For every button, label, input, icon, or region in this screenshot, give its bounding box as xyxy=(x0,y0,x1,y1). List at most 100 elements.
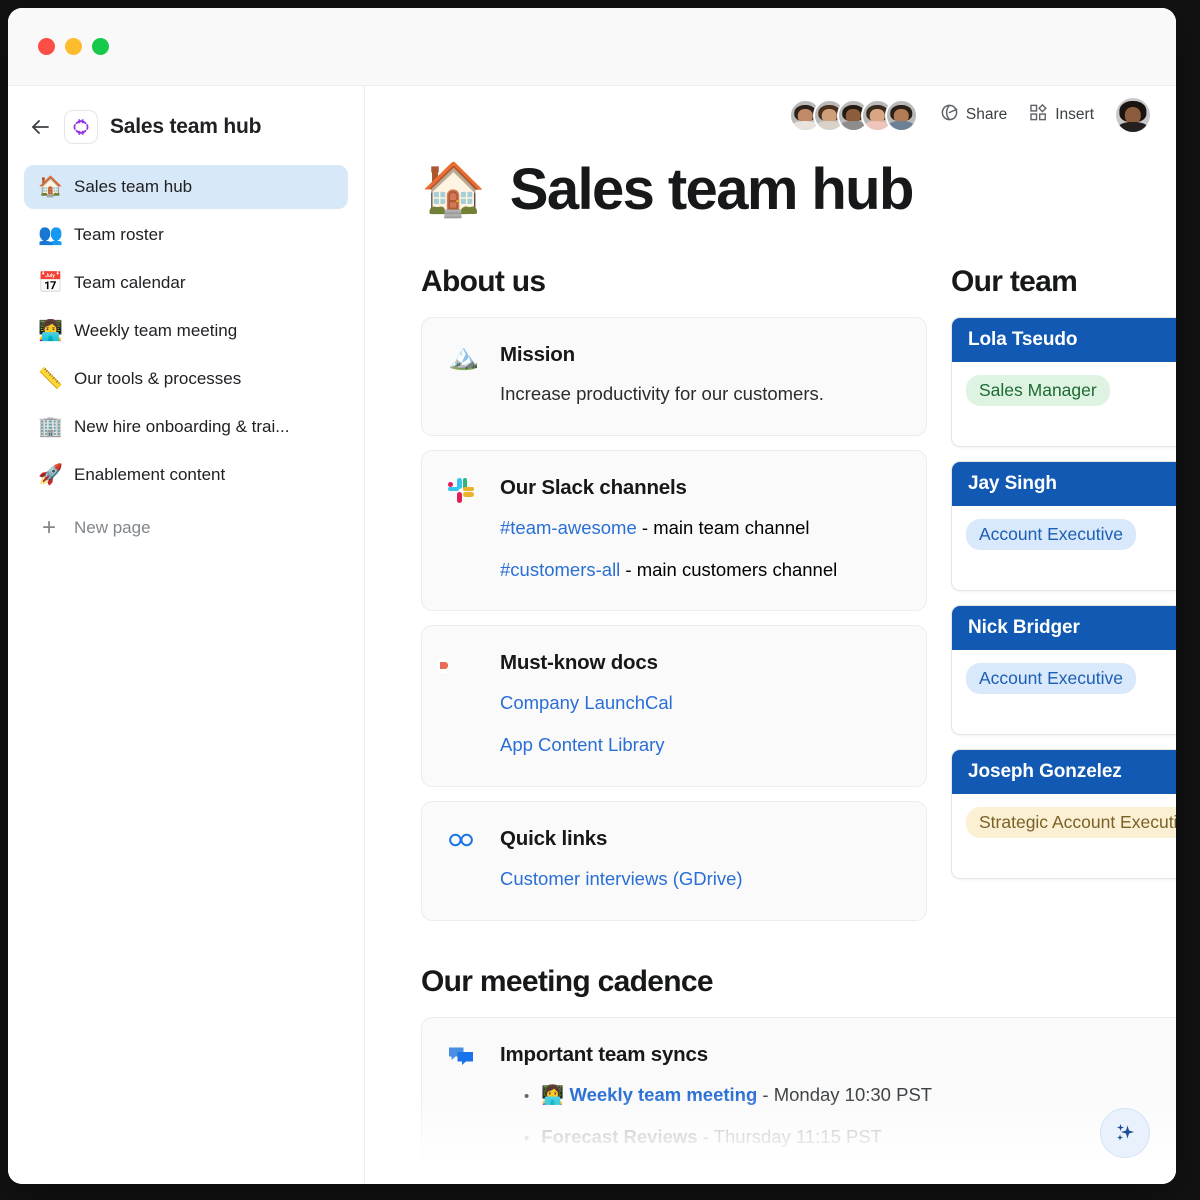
avatar[interactable] xyxy=(885,99,918,132)
app-window: Sales team hub 🏠 Sales team hub 👥 Team r… xyxy=(8,8,1176,1184)
sidebar-page-list: 🏠 Sales team hub 👥 Team roster 📅 Team ca… xyxy=(24,165,348,550)
insert-shapes-icon xyxy=(1029,103,1048,127)
window-titlebar xyxy=(8,8,1176,86)
card-title: Mission xyxy=(500,343,900,367)
card-title: Important team syncs xyxy=(500,1043,1176,1067)
card-must-know-docs[interactable]: Must-know docs Company LaunchCal App Con… xyxy=(421,625,927,787)
meeting-bullet[interactable]: • Forecast Reviews - Thursday 11:15 PST xyxy=(500,1123,1176,1152)
house-icon: 🏠 xyxy=(38,177,60,197)
card-mission[interactable]: 🏔️ Mission Increase productivity for our… xyxy=(421,317,927,436)
meeting-schedule: - Monday 10:30 PST xyxy=(757,1084,932,1105)
bullet-dot-icon: • xyxy=(524,1085,529,1108)
close-window-button[interactable] xyxy=(38,38,55,55)
sidebar-doc-title: Sales team hub xyxy=(110,115,261,139)
sidebar-item-label: Our tools & processes xyxy=(74,369,241,389)
about-us-column: About us 🏔️ Mission Increase productivit… xyxy=(421,265,927,935)
team-member-card[interactable]: Joseph Gonzelez Strategic Account Execut… xyxy=(951,749,1176,879)
bullet-dot-icon: • xyxy=(524,1127,529,1150)
slack-channel-link[interactable]: #customers-all xyxy=(500,559,620,580)
doc-link[interactable]: Company LaunchCal xyxy=(500,692,673,713)
calendar-icon: 📅 xyxy=(38,273,60,293)
collaborator-avatars[interactable] xyxy=(789,99,918,132)
team-member-card[interactable]: Lola Tseudo Sales Manager xyxy=(951,317,1176,447)
meeting-link[interactable]: Forecast Reviews xyxy=(541,1126,697,1147)
team-member-name: Joseph Gonzelez xyxy=(952,750,1176,794)
page-title[interactable]: Sales team hub xyxy=(510,156,913,223)
sidebar-item-label: Enablement content xyxy=(74,465,225,485)
quick-link[interactable]: Customer interviews (GDrive) xyxy=(500,868,743,889)
card-title: Must-know docs xyxy=(500,651,900,675)
globe-share-icon xyxy=(940,103,959,127)
recycle-loop-icon[interactable] xyxy=(64,110,98,144)
slack-channel-link[interactable]: #team-awesome xyxy=(500,517,637,538)
slack-channel-row: #team-awesome - main team channel xyxy=(500,514,900,542)
rocket-icon: 🚀 xyxy=(38,465,60,485)
ai-assistant-button[interactable] xyxy=(1100,1108,1150,1158)
card-quick-links[interactable]: Quick links Customer interviews (GDrive) xyxy=(421,801,927,921)
section-heading-our-team: Our team xyxy=(951,265,1176,299)
document-toolbar: Share Insert xyxy=(365,86,1176,144)
team-member-card[interactable]: Jay Singh Account Executive xyxy=(951,461,1176,591)
team-member-card[interactable]: Nick Bridger Account Executive xyxy=(951,605,1176,735)
insert-label: Insert xyxy=(1055,106,1094,124)
speech-bubbles-icon xyxy=(448,1043,478,1166)
page-title-row: 🏠 Sales team hub xyxy=(421,156,1176,223)
insert-button[interactable]: Insert xyxy=(1029,103,1094,127)
card-slack-channels[interactable]: Our Slack channels #team-awesome - main … xyxy=(421,450,927,612)
team-member-name: Lola Tseudo xyxy=(952,318,1176,362)
slack-channel-row: #customers-all - main customers channel xyxy=(500,556,900,584)
sidebar-item-label: Weekly team meeting xyxy=(74,321,237,341)
building-icon: 🏢 xyxy=(38,417,60,437)
meeting-link[interactable]: Weekly team meeting xyxy=(569,1084,757,1105)
meeting-schedule: - Thursday 11:15 PST xyxy=(698,1126,882,1147)
sidebar-item-label: Team roster xyxy=(74,225,164,245)
slack-logo-icon xyxy=(448,476,478,584)
share-button[interactable]: Share xyxy=(940,103,1007,127)
role-badge: Strategic Account Executive xyxy=(966,807,1176,838)
sidebar-item-new-hire-onboarding[interactable]: 🏢 New hire onboarding & trai... xyxy=(24,405,348,449)
sidebar-item-our-tools-processes[interactable]: 📏 Our tools & processes xyxy=(24,357,348,401)
back-arrow-icon[interactable] xyxy=(28,115,52,139)
role-badge: Account Executive xyxy=(966,663,1136,694)
team-member-name: Jay Singh xyxy=(952,462,1176,506)
sidebar-item-team-calendar[interactable]: 📅 Team calendar xyxy=(24,261,348,305)
role-badge: Account Executive xyxy=(966,519,1136,550)
sidebar-item-label: Sales team hub xyxy=(74,177,192,197)
sidebar-item-enablement-content[interactable]: 🚀 Enablement content xyxy=(24,453,348,497)
meeting-emoji: 👩‍💻 xyxy=(541,1084,564,1105)
sparkles-icon xyxy=(1113,1121,1137,1145)
plus-icon: + xyxy=(38,516,60,540)
role-badge: Sales Manager xyxy=(966,375,1110,406)
sidebar-item-sales-team-hub[interactable]: 🏠 Sales team hub xyxy=(24,165,348,209)
current-user-avatar[interactable] xyxy=(1116,98,1150,132)
sidebar-item-label: Team calendar xyxy=(74,273,186,293)
ruler-icon: 📏 xyxy=(38,369,60,389)
card-title: Quick links xyxy=(500,827,900,851)
card-important-team-syncs[interactable]: Important team syncs • 👩‍💻 Weekly team m… xyxy=(421,1017,1176,1184)
doc-link[interactable]: App Content Library xyxy=(500,734,665,755)
traffic-lights xyxy=(38,38,109,55)
document-canvas: 🏠 Sales team hub About us 🏔️ Mission xyxy=(365,144,1176,1184)
main-content: Share Insert xyxy=(365,86,1176,1184)
mountain-flag-icon: 🏔️ xyxy=(448,343,478,408)
sidebar: Sales team hub 🏠 Sales team hub 👥 Team r… xyxy=(8,86,365,1184)
team-member-name: Nick Bridger xyxy=(952,606,1176,650)
our-team-column: Our team Lola Tseudo Sales Manager Jay S… xyxy=(951,265,1176,935)
people-icon: 👥 xyxy=(38,225,60,245)
house-icon: 🏠 xyxy=(421,164,486,216)
section-heading-about-us: About us xyxy=(421,265,927,299)
slack-channel-desc: - main customers channel xyxy=(620,559,837,580)
meeting-people-icon: 👩‍💻 xyxy=(38,321,60,341)
minimize-window-button[interactable] xyxy=(65,38,82,55)
sidebar-item-label: New hire onboarding & trai... xyxy=(74,417,289,437)
new-page-button[interactable]: + New page xyxy=(24,506,348,550)
meeting-bullet[interactable]: • 👩‍💻 Weekly team meeting - Monday 10:30… xyxy=(500,1081,1176,1110)
coda-docs-icon xyxy=(448,651,478,759)
slack-channel-desc: - main team channel xyxy=(637,517,810,538)
sidebar-item-team-roster[interactable]: 👥 Team roster xyxy=(24,213,348,257)
infinity-link-icon xyxy=(448,827,478,893)
sidebar-item-weekly-team-meeting[interactable]: 👩‍💻 Weekly team meeting xyxy=(24,309,348,353)
maximize-window-button[interactable] xyxy=(92,38,109,55)
card-title: Our Slack channels xyxy=(500,476,900,500)
share-label: Share xyxy=(966,106,1007,124)
